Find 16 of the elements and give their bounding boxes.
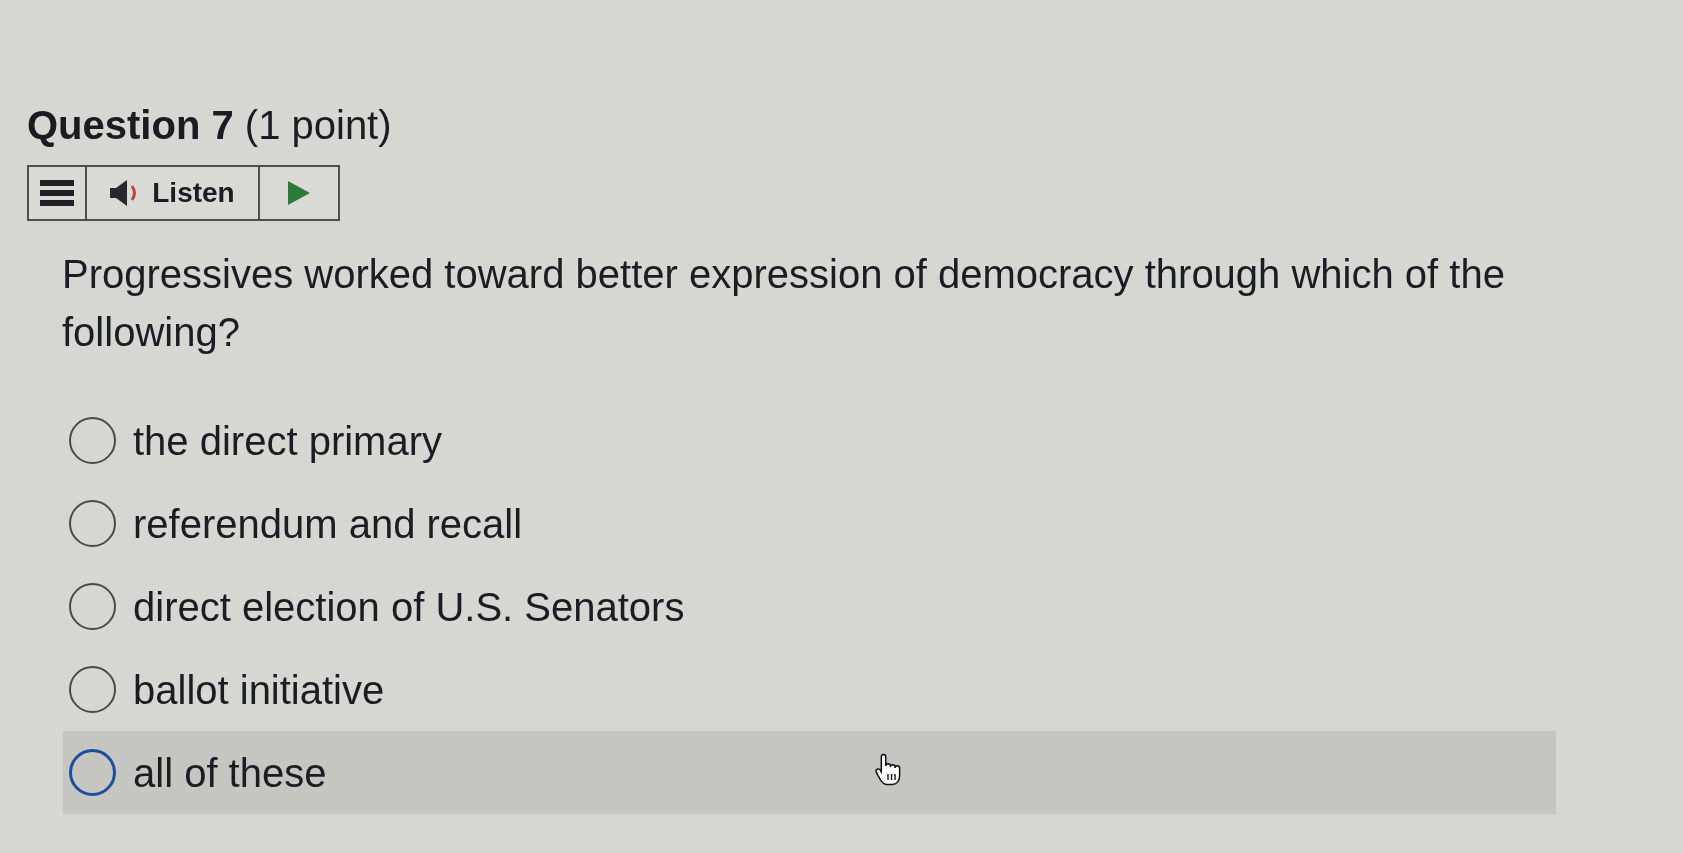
question-title: Question 7 (1 point) xyxy=(27,102,392,148)
radio-button[interactable] xyxy=(69,749,116,796)
option-label: ballot initiative xyxy=(133,666,385,713)
radio-button[interactable] xyxy=(69,583,116,630)
option-label: referendum and recall xyxy=(133,500,523,547)
question-text: Progressives worked toward better expression of democracy through which of the following? xyxy=(62,251,1506,356)
radio-button[interactable] xyxy=(69,500,116,547)
menu-icon xyxy=(40,180,74,206)
radio-button[interactable] xyxy=(69,417,116,464)
play-icon xyxy=(288,181,310,205)
option-label: all of these xyxy=(133,749,327,796)
hand-cursor-icon xyxy=(875,753,903,786)
radio-button[interactable] xyxy=(69,666,116,713)
highlighted-option-row[interactable]: all of these xyxy=(63,731,1556,814)
option-label: the direct primary xyxy=(133,417,442,464)
option-label: direct election of U.S. Senators xyxy=(133,583,685,630)
